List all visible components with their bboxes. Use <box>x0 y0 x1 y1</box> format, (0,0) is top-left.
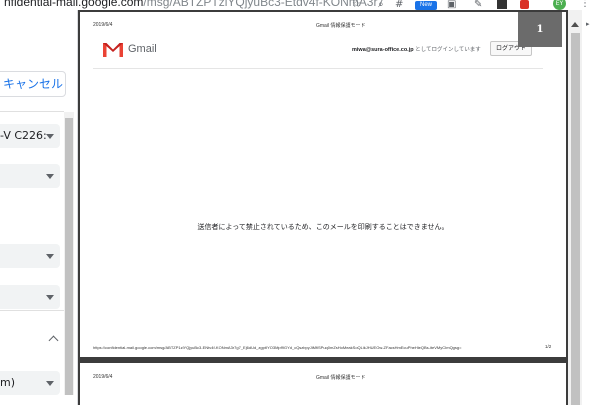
page-count-badge: 1 <box>518 12 562 47</box>
color-select[interactable] <box>0 285 60 309</box>
paper-size-select[interactable]: m) <box>0 371 60 395</box>
extension-camera-icon[interactable]: ▣ <box>447 0 456 10</box>
preview-scrollbar-thumb[interactable] <box>571 33 580 405</box>
gmail-logo-icon <box>103 43 123 57</box>
layout-select[interactable] <box>0 244 60 268</box>
scroll-up-arrow-icon[interactable] <box>571 22 579 27</box>
chevron-down-icon <box>46 254 54 259</box>
print-blocked-message: 送信者によって禁止されているため、このメールを印刷することはできません。 <box>197 223 449 231</box>
page-date: 2019/6/4 <box>93 374 113 380</box>
address-bar[interactable]: nfidential-mail.google.com/msg/ABTZPTzlY… <box>4 0 384 9</box>
gmail-wordmark: Gmail <box>128 43 157 55</box>
kebab-menu-icon[interactable]: ⋮ <box>580 0 590 9</box>
url-path: /msg/ABTZPTzlYQjyuBc3-Etdv4f-KONmA3r7 <box>143 0 385 9</box>
window-edge <box>582 10 600 405</box>
page-date: 2019/6/4 <box>93 22 113 28</box>
page-footer-url: https://confidential-mail.google.com/msg… <box>93 345 462 350</box>
settings-scrollbar-thumb[interactable] <box>65 118 73 395</box>
profile-avatar[interactable]: EY <box>553 0 566 10</box>
chevron-down-icon <box>46 134 54 139</box>
bookmark-star-icon[interactable]: ☆ <box>352 0 361 10</box>
url-host: nfidential-mail.google.com <box>4 0 144 9</box>
extension-red-icon[interactable] <box>520 0 529 9</box>
preview-page-2 <box>80 363 566 405</box>
destination-value: -V C226: <box>0 129 47 142</box>
browser-toolbar: nfidential-mail.google.com/msg/ABTZPTzlY… <box>0 0 600 10</box>
extension-crop-icon[interactable]: # <box>395 0 403 10</box>
page-number: 1/2 <box>545 344 552 349</box>
paper-size-value: m) <box>0 376 16 389</box>
chevron-down-icon <box>46 381 54 386</box>
extension-dark-icon[interactable] <box>497 0 507 9</box>
preview-page-1 <box>80 12 566 357</box>
pages-select[interactable] <box>0 164 60 188</box>
destination-select[interactable]: -V C226: <box>0 124 60 148</box>
panel-divider <box>0 111 64 112</box>
cancel-button[interactable]: キャンセル <box>0 71 66 97</box>
panel-divider <box>0 310 64 311</box>
login-suffix: としてログインしています <box>413 47 481 53</box>
new-badge[interactable]: New <box>415 1 437 10</box>
login-email: miwa@sura-office.co.jp <box>352 47 414 53</box>
side-panel-icon[interactable]: ▸ <box>586 20 590 28</box>
extension-pen-icon[interactable]: ✎ <box>474 0 482 10</box>
extension-search-icon[interactable]: ⌕ <box>378 0 384 10</box>
page-header-rule <box>93 68 543 69</box>
chevron-down-icon <box>46 295 54 300</box>
page-header-title: Gmail 情報保護モード <box>316 375 366 381</box>
page-header-title: Gmail 情報保護モード <box>316 23 366 29</box>
chevron-down-icon <box>46 174 54 179</box>
print-preview-window: nfidential-mail.google.com/msg/ABTZPTzlY… <box>0 0 600 405</box>
login-status: miwa@sura-office.co.jp としてログインしています <box>352 45 481 53</box>
